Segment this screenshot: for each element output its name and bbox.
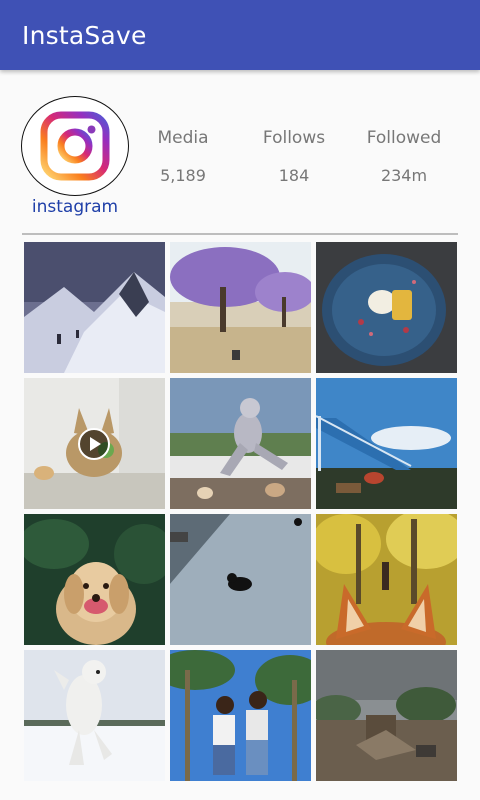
black-cat-photo bbox=[170, 514, 311, 645]
media-tile-10[interactable] bbox=[24, 650, 165, 781]
dessert-photo bbox=[316, 242, 457, 373]
media-tile-12[interactable] bbox=[316, 650, 457, 781]
stat-media-label: Media bbox=[157, 128, 209, 148]
media-tile-5[interactable] bbox=[170, 378, 311, 509]
stat-follows-label: Follows bbox=[262, 128, 326, 148]
stat-followed-label: Followed bbox=[366, 128, 442, 148]
stat-followed: Followed 234m bbox=[349, 128, 459, 185]
stat-follows-value: 184 bbox=[278, 166, 310, 185]
media-tile-7[interactable] bbox=[24, 514, 165, 645]
stat-followed-value: 234m bbox=[380, 166, 428, 185]
stat-follows: Follows 184 bbox=[239, 128, 349, 185]
storm-damage-photo bbox=[316, 650, 457, 781]
profile-divider bbox=[22, 233, 458, 235]
stat-media: Media 5,189 bbox=[128, 128, 238, 185]
staircase-photo bbox=[316, 378, 457, 509]
media-tile-11[interactable] bbox=[170, 650, 311, 781]
media-tile-3[interactable] bbox=[316, 242, 457, 373]
stat-media-value: 5,189 bbox=[160, 166, 206, 185]
jacaranda-photo bbox=[170, 242, 311, 373]
instagram-logo-icon bbox=[40, 111, 110, 181]
mountain-photo bbox=[24, 242, 165, 373]
profile-avatar[interactable] bbox=[21, 96, 129, 196]
media-tile-6[interactable] bbox=[316, 378, 457, 509]
wolf-costume-photo bbox=[170, 378, 311, 509]
play-video-icon[interactable] bbox=[78, 428, 110, 460]
media-tile-1[interactable] bbox=[24, 242, 165, 373]
app-title: InstaSave bbox=[22, 20, 147, 50]
media-tile-9[interactable] bbox=[316, 514, 457, 645]
media-tile-4[interactable] bbox=[24, 378, 165, 509]
app-bar: InstaSave bbox=[0, 0, 480, 70]
snow-dog-photo bbox=[24, 650, 165, 781]
media-tile-8[interactable] bbox=[170, 514, 311, 645]
golden-retriever-photo bbox=[24, 514, 165, 645]
media-tile-2[interactable] bbox=[170, 242, 311, 373]
palm-trees-photo bbox=[170, 650, 311, 781]
profile-username[interactable]: instagram bbox=[22, 197, 128, 217]
fox-forest-photo bbox=[316, 514, 457, 645]
